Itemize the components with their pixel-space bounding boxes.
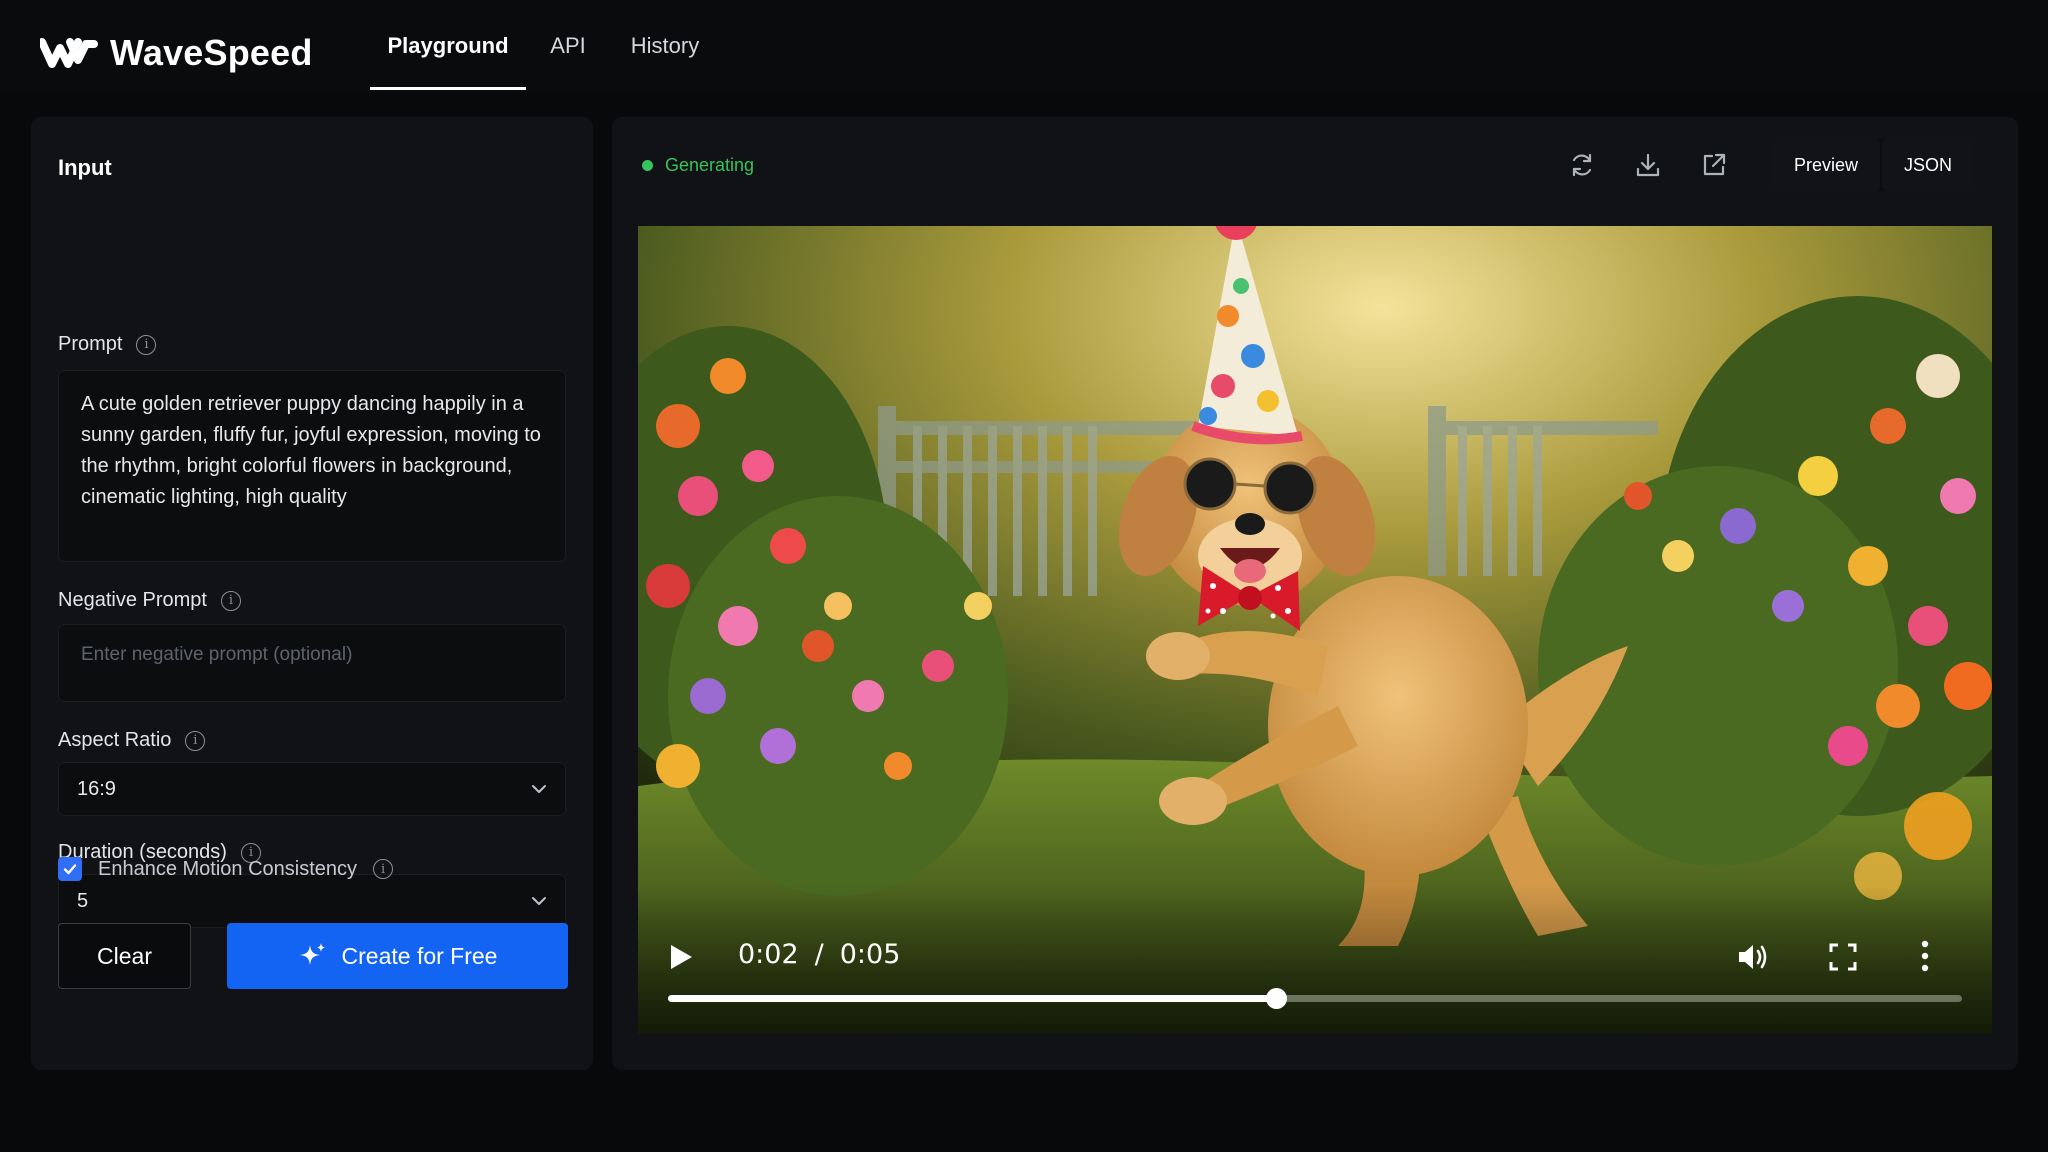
main-nav: Playground API History [370, 0, 720, 92]
preview-toggle[interactable]: Preview [1772, 139, 1881, 191]
tab-history[interactable]: History [610, 0, 720, 92]
brand-name: WaveSpeed [110, 32, 313, 73]
create-button[interactable]: Create for Free [227, 923, 568, 989]
sparkle-icon [299, 943, 325, 965]
external-link-icon[interactable] [1696, 147, 1732, 183]
aspect-ratio-label-row: Aspect Ratio i [58, 729, 206, 752]
json-toggle[interactable]: JSON [1882, 139, 1975, 191]
output-panel: Generating Preview JSON 0:02 / 0:05 [612, 117, 2018, 1070]
enhance-motion-label: Enhance Motion Consistency [98, 857, 358, 880]
info-icon[interactable]: i [220, 590, 241, 611]
chevron-down-icon [532, 785, 546, 793]
input-panel-title: Input [58, 155, 112, 180]
info-icon[interactable]: i [185, 730, 206, 751]
video-time: 0:02 / 0:05 [738, 939, 900, 970]
aspect-ratio-value: 16:9 [77, 777, 116, 800]
negative-prompt-textarea[interactable]: Enter negative prompt (optional) [58, 624, 566, 702]
aspect-ratio-select[interactable]: 16:9 [58, 762, 566, 816]
refresh-icon-svg [1572, 153, 1592, 177]
refresh-icon[interactable] [1564, 147, 1600, 183]
more-options-icon[interactable] [1918, 939, 1932, 973]
create-button-label: Create for Free [341, 942, 498, 969]
status-dot [642, 160, 653, 171]
prompt-label: Prompt [58, 333, 123, 355]
clear-button[interactable]: Clear [58, 923, 191, 989]
status-text: Generating [665, 155, 755, 175]
input-panel: Input Prompt i A cute golden retriever p… [31, 117, 593, 1070]
info-icon[interactable]: i [136, 334, 157, 355]
current-time: 0:02 [738, 939, 799, 970]
external-link-icon-svg [1703, 153, 1726, 176]
prompt-textarea[interactable]: A cute golden retriever puppy dancing ha… [58, 370, 566, 562]
generation-status: Generating [642, 155, 754, 176]
video-progress-bar[interactable] [668, 988, 1962, 1009]
download-icon-svg [1636, 153, 1660, 177]
volume-icon[interactable] [1735, 940, 1769, 974]
info-icon[interactable]: i [373, 859, 394, 879]
negative-prompt-label: Negative Prompt [58, 589, 207, 611]
wavespeed-logo-icon [40, 38, 98, 68]
video-progress-fill [668, 995, 1277, 1002]
enhance-motion-checkbox[interactable] [58, 857, 82, 881]
prompt-label-row: Prompt i [58, 333, 157, 356]
view-toggle: Preview JSON [1772, 139, 1975, 191]
video-player[interactable]: 0:02 / 0:05 [638, 226, 1992, 1034]
chevron-down-icon [532, 897, 546, 905]
download-icon[interactable] [1630, 147, 1666, 183]
time-separator: / [814, 939, 824, 970]
play-icon[interactable] [668, 943, 694, 971]
tab-api[interactable]: API [526, 0, 610, 92]
tab-playground[interactable]: Playground [370, 0, 526, 92]
negative-prompt-label-row: Negative Prompt i [58, 589, 241, 612]
enhance-motion-row: Enhance Motion Consistency i [58, 857, 394, 881]
checkmark-icon [63, 864, 77, 875]
brand-logo[interactable]: WaveSpeed [40, 32, 313, 74]
duration-value: 5 [77, 889, 89, 912]
aspect-ratio-label: Aspect Ratio [58, 729, 172, 751]
top-bar: WaveSpeed Playground API History [0, 0, 2048, 92]
duration-select[interactable]: 5 [58, 874, 566, 928]
fullscreen-icon[interactable] [1828, 942, 1858, 972]
total-duration: 0:05 [839, 939, 901, 970]
